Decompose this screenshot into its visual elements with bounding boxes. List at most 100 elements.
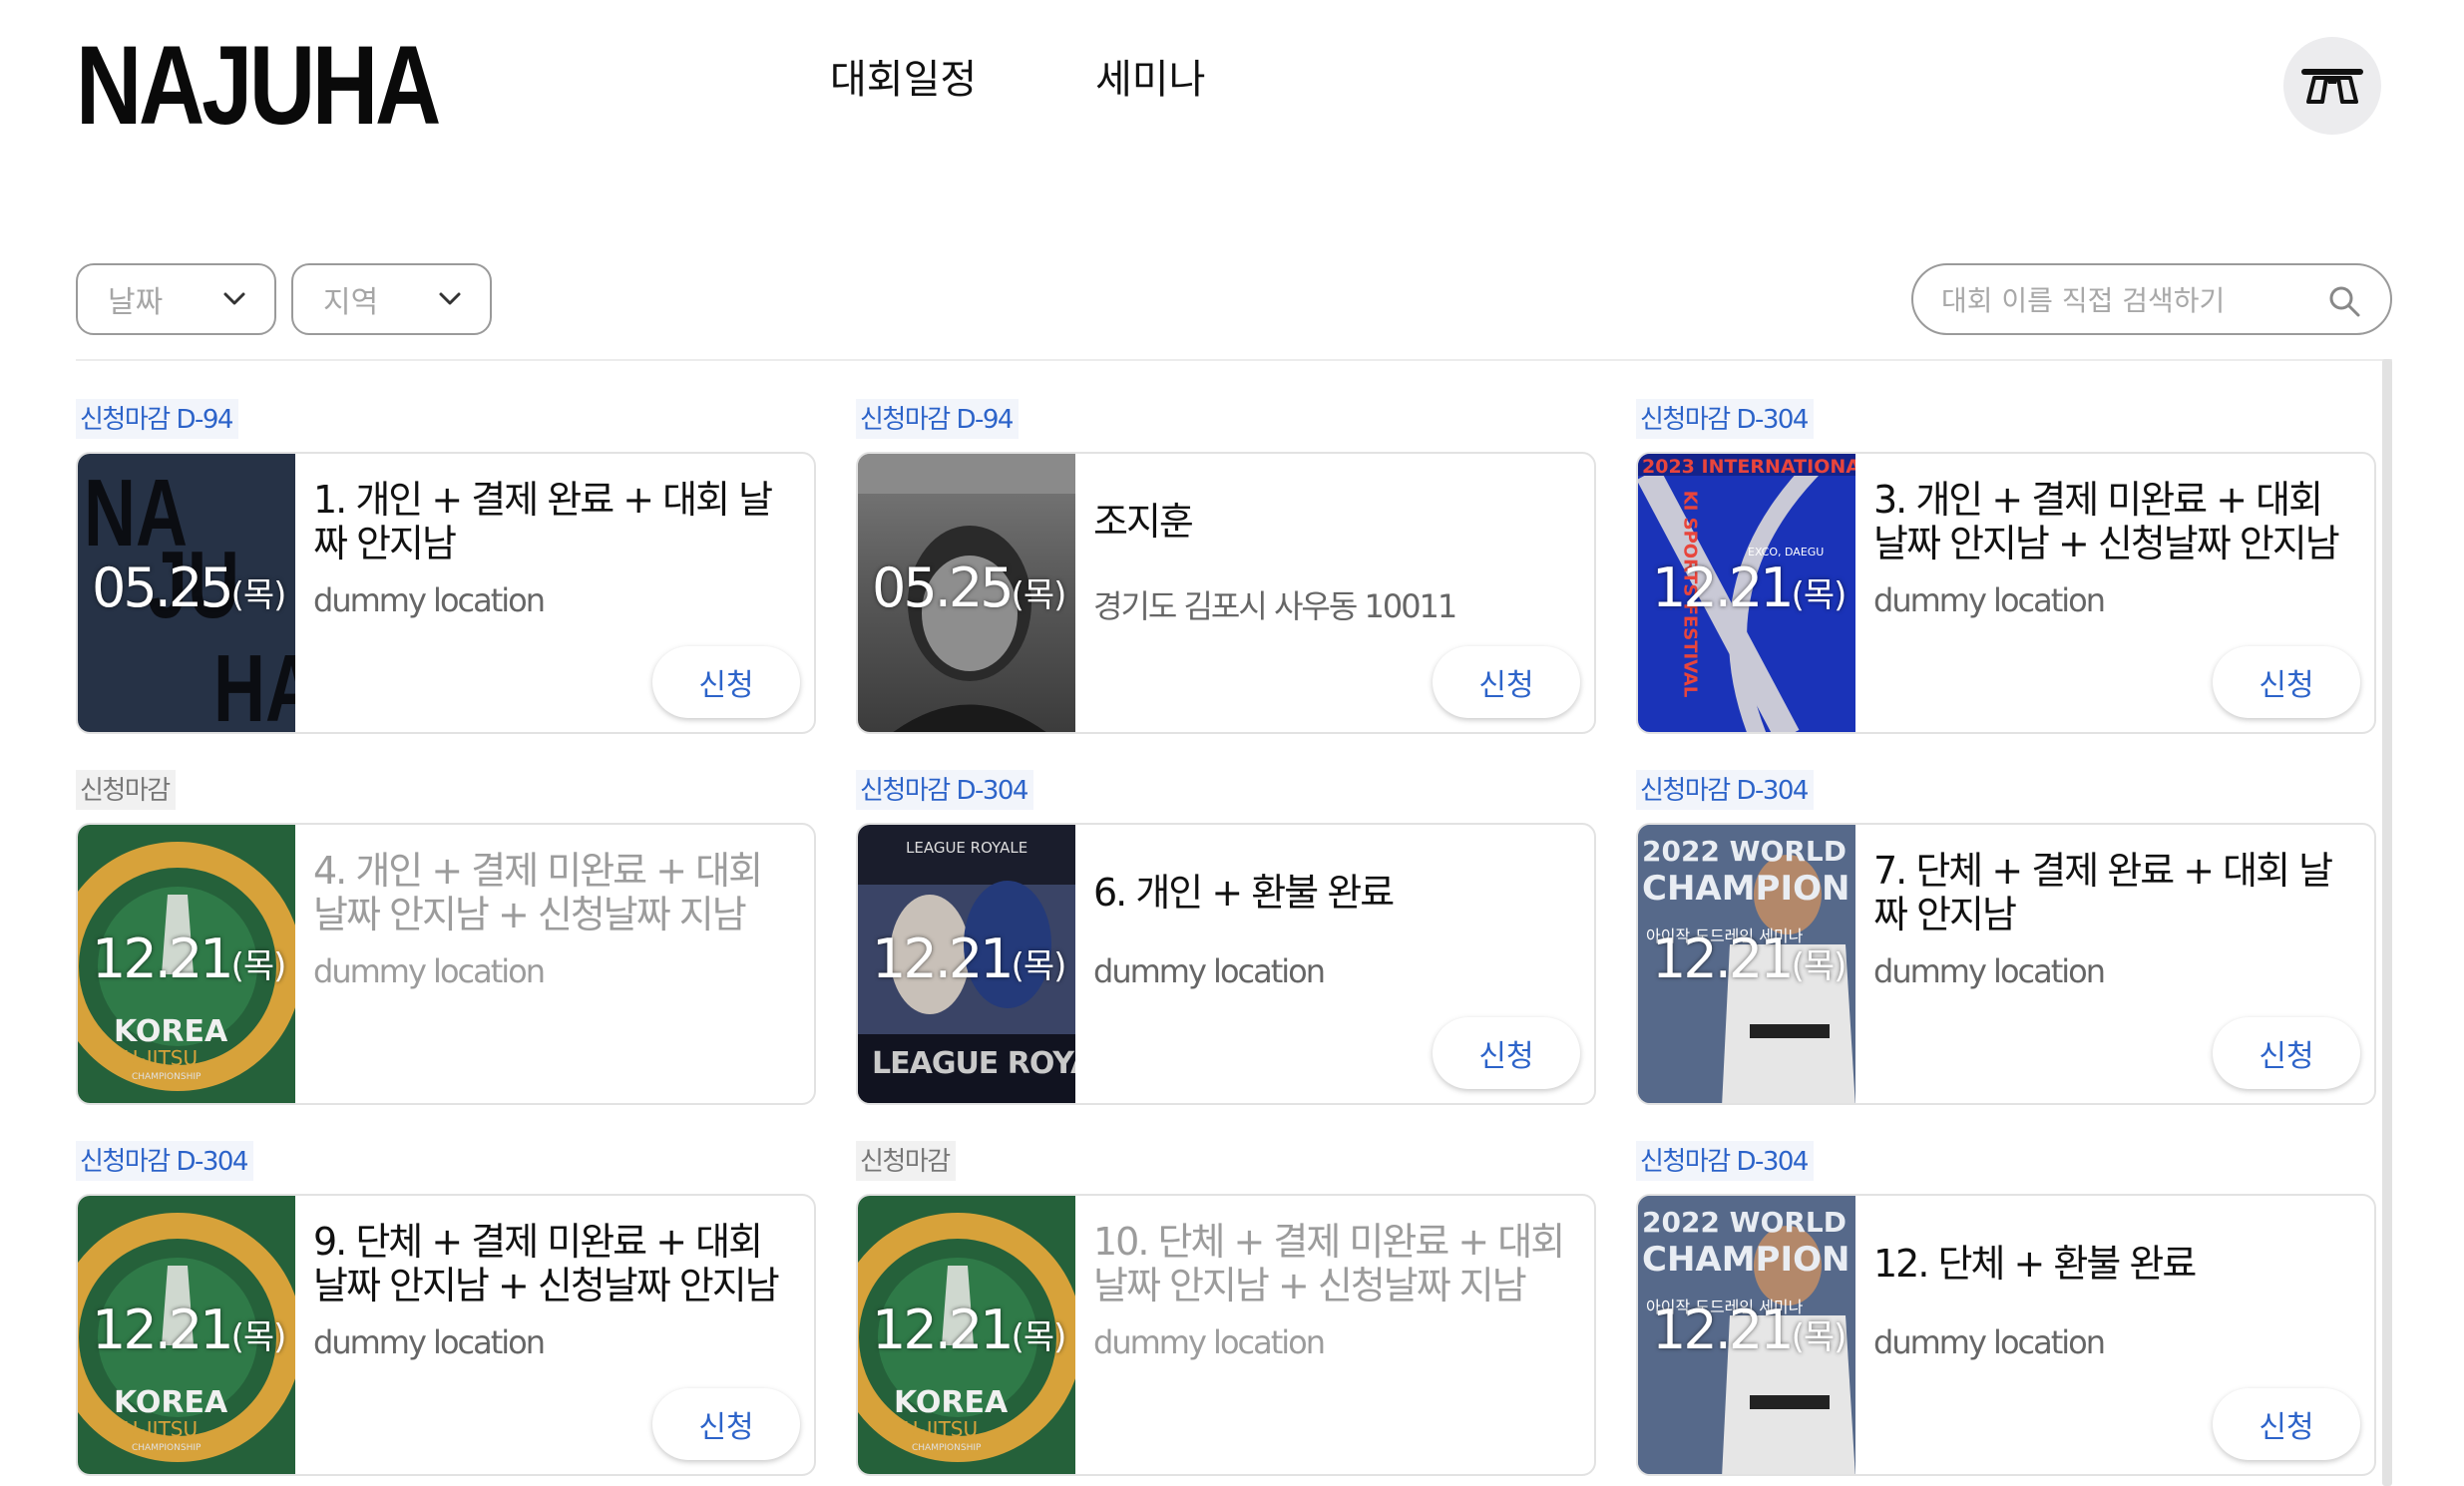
thumb-text: CHAMPIONSHIP (132, 1443, 202, 1453)
competition-title: 7. 단체 + 결제 완료 + 대회 날짜 안지남 (1873, 849, 2333, 936)
card-body[interactable]: KOREA JIU-JITSU CHAMPIONSHIP 12.21(목) 9.… (76, 1194, 816, 1476)
competition-card: 신청마감 D-304 2023 INTERNATIONAL KI SPORTS … (1636, 399, 2376, 736)
thumb-text: KOREA (114, 1014, 228, 1049)
card-body[interactable]: LEAGUE ROYALE LEAGUE ROYALE 12.21(목) 6. … (856, 823, 1596, 1105)
thumb-text: JIU-JITSU (112, 1046, 199, 1070)
deadline-badge: 신청마감 (76, 770, 176, 810)
competition-card: 신청마감 D-304 KOREA JIU-JITSU CHAMPIONSHIP … (76, 1141, 816, 1478)
thumb-text: CHAMPIONSHIP (132, 1072, 202, 1082)
deadline-badge: 신청마감 D-304 (1636, 1141, 1814, 1181)
competition-title: 9. 단체 + 결제 미완료 + 대회 날짜 안지남 + 신청날짜 안지남 (313, 1220, 780, 1307)
competition-card: 신청마감 D-94 05.25(목) 조지훈 경기도 김포시 사우동 10011… (856, 399, 1596, 736)
card-body[interactable]: KOREA JIU-JITSU CHAMPIONSHIP 12.21(목) 4.… (76, 823, 816, 1105)
competition-title: 12. 단체 + 환불 완료 (1873, 1242, 2197, 1286)
chevron-down-icon (223, 292, 245, 305)
competition-location: dummy location (1873, 952, 2106, 990)
thumb-text: KOREA (114, 1385, 228, 1420)
competition-date: 12.21(목) (1652, 1299, 1847, 1361)
competition-thumbnail: LEAGUE ROYALE LEAGUE ROYALE 12.21(목) (858, 825, 1075, 1103)
date-filter-label: 날짜 (108, 285, 164, 320)
thumb-text: JIU-JITSU (112, 1417, 199, 1441)
nav-competitions[interactable]: 대회일정 (830, 58, 977, 102)
competition-title: 10. 단체 + 결제 미완료 + 대회 날짜 안지남 + 신청날짜 지남 (1093, 1220, 1565, 1307)
competition-date: 12.21(목) (1652, 928, 1847, 990)
competition-thumbnail: 2022 WORLD CHAMPION 아이작 도드레인 세미나 12.21(목… (1638, 825, 1855, 1103)
competition-thumbnail: KOREA JIU-JITSU CHAMPIONSHIP 12.21(목) (78, 825, 295, 1103)
competition-thumbnail: KOREA JIU-JITSU CHAMPIONSHIP 12.21(목) (858, 1196, 1075, 1474)
competition-title: 조지훈 (1093, 500, 1194, 544)
search-icon[interactable] (2326, 283, 2362, 319)
chevron-down-icon (439, 292, 461, 305)
thumb-text: 2023 INTERNATIONAL (1642, 456, 1855, 478)
competition-date: 12.21(목) (1652, 557, 1847, 619)
thumb-text: KOREA (894, 1385, 1009, 1420)
competition-location: dummy location (1873, 1323, 2106, 1361)
competition-thumbnail: NA JU HA 05.25(목) (78, 454, 295, 734)
region-filter-label: 지역 (323, 285, 379, 320)
card-body[interactable]: 2023 INTERNATIONAL KI SPORTS FESTIVAL EX… (1636, 452, 2376, 734)
nav-seminars[interactable]: 세미나 (1095, 58, 1205, 102)
thumb-text: CHAMPION (1642, 869, 1850, 909)
competition-thumbnail: KOREA JIU-JITSU CHAMPIONSHIP 12.21(목) (78, 1196, 295, 1474)
competition-card: 신청마감 KOREA JIU-JITSU CHAMPIONSHIP 12.21(… (76, 770, 816, 1107)
apply-button[interactable]: 신청 (2213, 1388, 2360, 1460)
deadline-badge: 신청마감 (856, 1141, 956, 1181)
thumb-text: CHAMPION (1642, 1240, 1850, 1280)
search-input[interactable] (1941, 279, 2320, 321)
competition-title: 4. 개인 + 결제 미완료 + 대회 날짜 안지남 + 신청날짜 지남 (313, 849, 763, 936)
competition-location: dummy location (1093, 952, 1326, 990)
deadline-badge: 신청마감 D-304 (856, 770, 1033, 810)
competition-card: 신청마감 D-94 NA JU HA 05.25(목) 1. 개인 + 결제 완… (76, 399, 816, 736)
thumb-text: HA (213, 635, 295, 734)
region-filter-dropdown[interactable]: 지역 (291, 263, 492, 335)
apply-button[interactable]: 신청 (2213, 646, 2360, 718)
profile-button[interactable] (2283, 37, 2381, 135)
competition-thumbnail: 2023 INTERNATIONAL KI SPORTS FESTIVAL EX… (1638, 454, 1855, 732)
apply-button[interactable]: 신청 (652, 646, 800, 718)
logo[interactable]: NAJUHA (76, 30, 441, 142)
competition-card: 신청마감 D-304 2022 WORLD CHAMPION 아이작 도드레인 … (1636, 1141, 2376, 1478)
competition-title: 3. 개인 + 결제 미완료 + 대회 날짜 안지남 + 신청날짜 안지남 (1873, 478, 2340, 565)
competition-date: 05.25(목) (872, 557, 1066, 619)
competition-card: 신청마감 D-304 LEAGUE ROYALE LEAGUE ROYALE 1… (856, 770, 1596, 1107)
deadline-badge: 신청마감 D-304 (1636, 770, 1814, 810)
competition-title: 6. 개인 + 환불 완료 (1093, 871, 1395, 915)
apply-button[interactable]: 신청 (2213, 1017, 2360, 1089)
thumb-text: JIU-JITSU (892, 1417, 979, 1441)
deadline-badge: 신청마감 D-94 (76, 399, 238, 439)
competition-date: 12.21(목) (872, 1299, 1066, 1361)
apply-button[interactable]: 신청 (1433, 646, 1580, 718)
competition-thumbnail: 05.25(목) (858, 454, 1075, 732)
card-body[interactable]: NA JU HA 05.25(목) 1. 개인 + 결제 완료 + 대회 날짜 … (76, 452, 816, 734)
apply-button[interactable]: 신청 (1433, 1017, 1580, 1089)
deadline-badge: 신청마감 D-304 (1636, 399, 1814, 439)
card-body[interactable]: 2022 WORLD CHAMPION 아이작 도드레인 세미나 12.21(목… (1636, 1194, 2376, 1476)
thumb-text: 2022 WORLD (1642, 835, 1848, 868)
deadline-badge: 신청마감 D-94 (856, 399, 1019, 439)
competition-date: 05.25(목) (92, 557, 286, 619)
competition-thumbnail: 2022 WORLD CHAMPION 아이작 도드레인 세미나 12.21(목… (1638, 1196, 1855, 1474)
competition-location: 경기도 김포시 사우동 10011 (1093, 587, 1457, 625)
belt-icon (2301, 69, 2363, 104)
competition-date: 12.21(목) (92, 1299, 286, 1361)
search-box (1911, 263, 2392, 335)
card-body[interactable]: 05.25(목) 조지훈 경기도 김포시 사우동 10011 신청 (856, 452, 1596, 734)
competition-location: dummy location (313, 952, 546, 990)
apply-button[interactable]: 신청 (652, 1388, 800, 1460)
competition-location: dummy location (1093, 1323, 1326, 1361)
competition-location: dummy location (313, 1323, 546, 1361)
competition-card: 신청마감 D-304 2022 WORLD CHAMPION 아이작 도드레인 … (1636, 770, 2376, 1107)
thumb-text: 2022 WORLD (1642, 1206, 1848, 1239)
divider (76, 359, 2392, 361)
competition-card: 신청마감 KOREA JIU-JITSU CHAMPIONSHIP 12.21(… (856, 1141, 1596, 1478)
thumb-text: LEAGUE ROYALE (906, 839, 1028, 857)
card-body[interactable]: KOREA JIU-JITSU CHAMPIONSHIP 12.21(목) 10… (856, 1194, 1596, 1476)
competition-title: 1. 개인 + 결제 완료 + 대회 날짜 안지남 (313, 478, 773, 565)
scrollbar[interactable] (2382, 359, 2392, 1486)
competition-date: 12.21(목) (92, 928, 286, 990)
date-filter-dropdown[interactable]: 날짜 (76, 263, 276, 335)
card-body[interactable]: 2022 WORLD CHAMPION 아이작 도드레인 세미나 12.21(목… (1636, 823, 2376, 1105)
competition-location: dummy location (1873, 581, 2106, 619)
thumb-text: LEAGUE ROYALE (872, 1046, 1075, 1081)
competition-date: 12.21(목) (872, 928, 1066, 990)
